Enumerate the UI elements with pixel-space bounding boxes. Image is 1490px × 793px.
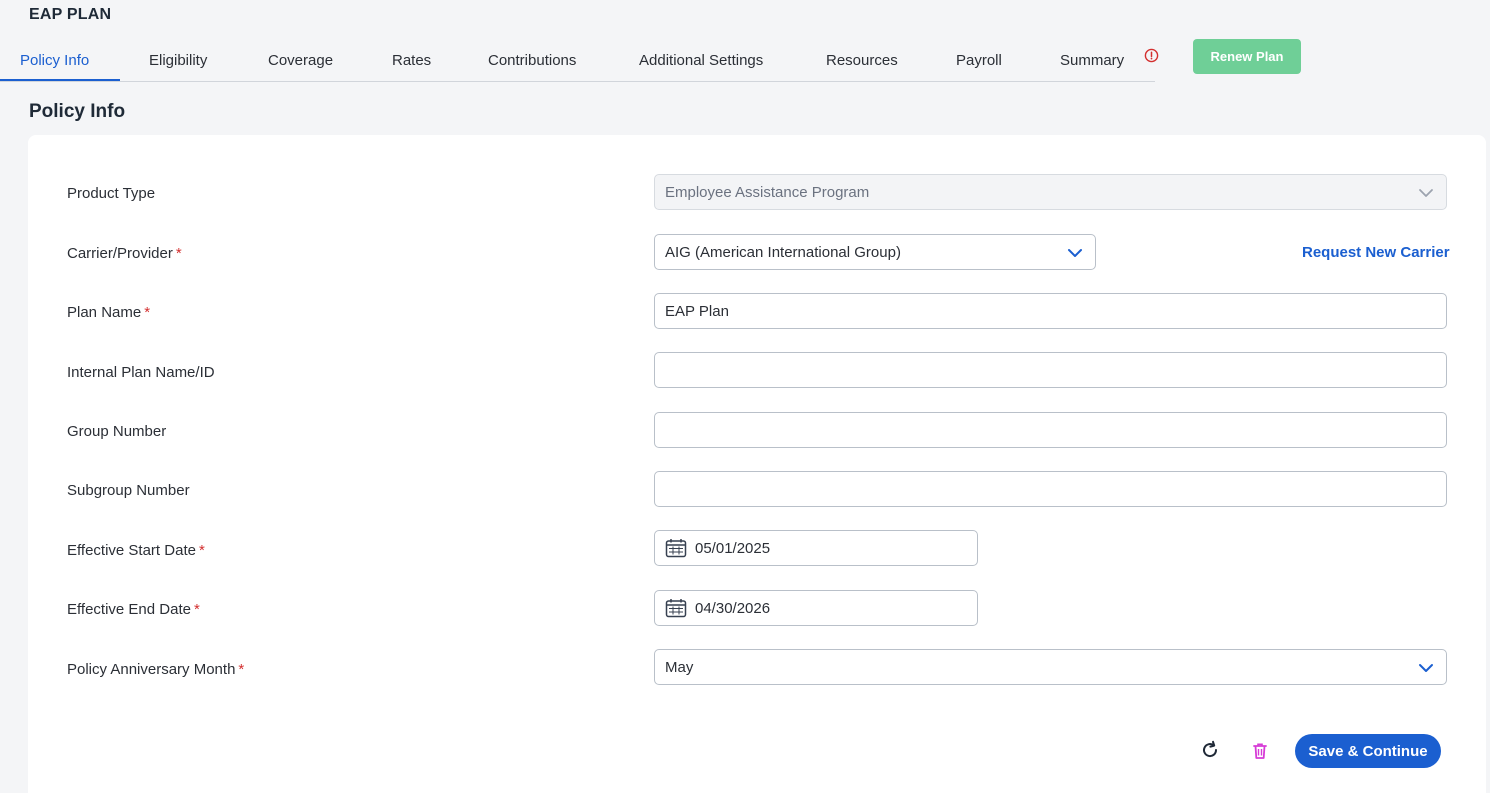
calendar-icon[interactable] [665, 538, 687, 558]
anniversary-month-select[interactable]: May [654, 649, 1447, 685]
tab-contributions[interactable]: Contributions [488, 52, 576, 69]
carrier-label: Carrier/Provider * [67, 245, 182, 262]
active-tab-indicator [0, 79, 120, 81]
chevron-down-icon [1419, 189, 1433, 197]
trash-icon[interactable] [1249, 740, 1271, 762]
request-new-carrier-link[interactable]: Request New Carrier [1302, 244, 1450, 261]
tab-rates[interactable]: Rates [392, 52, 431, 69]
tab-eligibility[interactable]: Eligibility [149, 52, 207, 69]
chevron-down-icon [1419, 664, 1433, 672]
product-type-label: Product Type [67, 185, 156, 202]
group-number-input[interactable] [654, 412, 1447, 448]
start-date-input[interactable]: 05/01/2025 [654, 530, 978, 566]
carrier-select[interactable]: AIG (American International Group) [654, 234, 1096, 270]
policy-info-card: Product Type Employee Assistance Program… [28, 135, 1486, 793]
end-date-label: Effective End Date * [67, 601, 200, 618]
calendar-icon[interactable] [665, 598, 687, 618]
subgroup-number-label: Subgroup Number [67, 482, 190, 499]
tab-summary[interactable]: Summary [1060, 52, 1124, 69]
start-date-label: Effective Start Date * [67, 542, 205, 559]
tab-payroll[interactable]: Payroll [956, 52, 1002, 69]
subgroup-number-input[interactable] [654, 471, 1447, 507]
group-number-label: Group Number [67, 423, 167, 440]
end-date-input[interactable]: 04/30/2026 [654, 590, 978, 626]
tab-additional-settings[interactable]: Additional Settings [639, 52, 763, 69]
internal-plan-input[interactable] [654, 352, 1447, 388]
alert-circle-icon [1144, 48, 1159, 63]
internal-plan-label: Internal Plan Name/ID [67, 364, 215, 381]
tab-coverage[interactable]: Coverage [268, 52, 333, 69]
app-title: EAP PLAN [29, 6, 112, 23]
tab-policy-info[interactable]: Policy Info [20, 52, 89, 69]
tab-bar: Policy Info Eligibility Coverage Rates C… [0, 38, 1159, 82]
product-type-select: Employee Assistance Program [654, 174, 1447, 210]
plan-name-label: Plan Name * [67, 304, 151, 321]
section-title: Policy Info [29, 101, 126, 122]
anniversary-month-label: Policy Anniversary Month * [67, 661, 245, 678]
tab-resources[interactable]: Resources [826, 52, 898, 69]
plan-name-input[interactable]: EAP Plan [654, 293, 1447, 329]
chevron-down-icon [1068, 249, 1082, 257]
refresh-icon[interactable] [1199, 739, 1221, 761]
renew-plan-button[interactable]: Renew Plan [1193, 39, 1301, 74]
save-continue-button[interactable]: Save & Continue [1295, 734, 1441, 768]
